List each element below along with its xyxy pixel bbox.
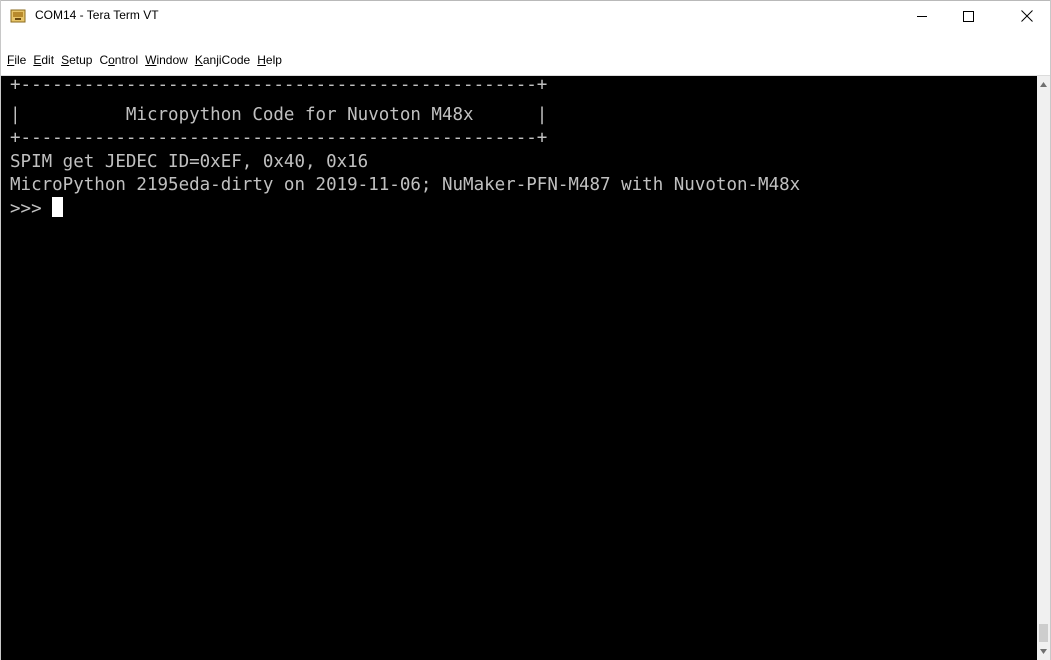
menu-setup-label: etup <box>69 53 93 67</box>
menu-window[interactable]: Window <box>144 52 193 68</box>
menu-edit[interactable]: Edit <box>32 52 59 68</box>
menu-items: File Edit Setup Control Window KanjiCode… <box>6 52 288 68</box>
terminal-line-jedec: SPIM get JEDEC ID=0xEF, 0x40, 0x16 <box>10 152 369 172</box>
terminal-line-banner: | Micropython Code for Nuvoton M48x | <box>10 105 548 125</box>
menu-bar: File Edit Setup Control Window KanjiCode… <box>1 31 1050 76</box>
terminal-line-border-bottom: +---------------------------------------… <box>10 128 548 148</box>
menu-file-label: ile <box>14 53 27 67</box>
menu-kanjicode-label: anjiCode <box>202 53 251 67</box>
maximize-icon <box>962 10 974 22</box>
terminal-prompt-line[interactable]: >>> <box>10 197 64 220</box>
menu-help-mnemonic: H <box>257 53 266 67</box>
terminal-screen[interactable]: +---------------------------------------… <box>1 76 1037 660</box>
menu-help[interactable]: Help <box>256 52 287 68</box>
tera-term-window: COM14 - Tera Term VT File Edit Setup Con… <box>0 0 1051 660</box>
maximize-button[interactable] <box>945 1 991 31</box>
scroll-down-button[interactable] <box>1037 643 1050 660</box>
terminal-line-border-top: +---------------------------------------… <box>10 76 548 95</box>
scroll-up-button[interactable] <box>1037 76 1050 93</box>
close-icon <box>1021 10 1033 22</box>
menu-window-label: indow <box>156 53 188 67</box>
menu-setup-mnemonic: S <box>61 53 70 67</box>
menu-file[interactable]: File <box>6 52 31 68</box>
menu-control-mnemonic: o <box>108 53 115 67</box>
vertical-scrollbar[interactable] <box>1037 76 1050 660</box>
menu-kanjicode[interactable]: KanjiCode <box>194 52 255 68</box>
tera-term-app-icon[interactable] <box>10 8 26 24</box>
menu-help-label: elp <box>265 53 282 67</box>
chevron-down-icon <box>1040 649 1047 654</box>
menu-control-label: ntrol <box>114 53 139 67</box>
title-bar[interactable]: COM14 - Tera Term VT <box>1 0 1050 31</box>
menu-setup[interactable]: Setup <box>60 52 97 68</box>
repl-prompt: >>> <box>10 199 53 219</box>
close-button[interactable] <box>1004 1 1050 31</box>
window-title: COM14 - Tera Term VT <box>35 8 159 22</box>
menu-control[interactable]: Control <box>98 52 143 68</box>
scroll-thumb[interactable] <box>1039 624 1048 642</box>
minimize-button[interactable] <box>899 1 945 31</box>
terminal-cursor <box>52 197 64 217</box>
menu-edit-label: dit <box>41 53 55 67</box>
menu-window-mnemonic: W <box>145 53 157 67</box>
chevron-up-icon <box>1040 82 1047 87</box>
minimize-icon <box>916 15 927 17</box>
terminal-line-version: MicroPython 2195eda-dirty on 2019-11-06;… <box>10 175 801 195</box>
menu-kanjicode-mnemonic: K <box>194 53 203 67</box>
menu-control-prefix: C <box>99 53 109 67</box>
